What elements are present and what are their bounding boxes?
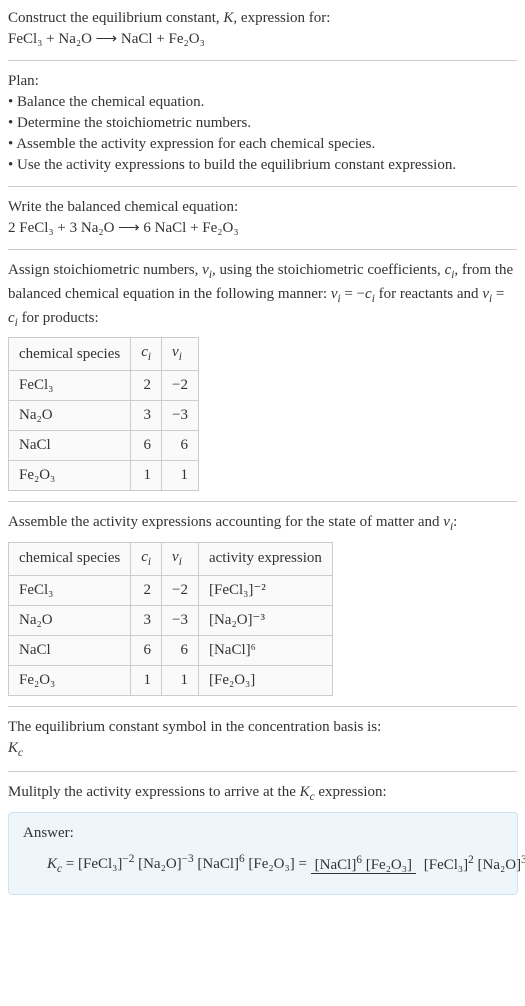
table-row: Na₂O 3 −3: [9, 401, 199, 431]
intro-equation: FeCl₃ + Na₂O ⟶ NaCl + Fe₂O₃: [8, 29, 517, 50]
plan-item-text: Determine the stoichiometric numbers.: [17, 115, 251, 131]
table-row: Na₂O 3 −3 [Na₂O]⁻³: [9, 605, 333, 635]
activity-table: chemical species ci νi activity expressi…: [8, 542, 333, 696]
col-species: chemical species: [9, 542, 131, 575]
cell-species: FeCl₃: [9, 371, 131, 401]
cell-species: Fe₂O₃: [9, 665, 131, 695]
intro-line: Construct the equilibrium constant, K, e…: [8, 8, 517, 29]
plan-item-text: Use the activity expressions to build th…: [17, 157, 456, 173]
cell-expr: [FeCl₃]⁻²: [198, 575, 332, 605]
cell-species: Fe₂O₃: [9, 461, 131, 491]
balanced-section: Write the balanced chemical equation: 2 …: [8, 187, 517, 250]
table-row: Fe₂O₃ 1 1: [9, 461, 199, 491]
cell-c: 6: [131, 431, 162, 461]
intro-section: Construct the equilibrium constant, K, e…: [8, 8, 517, 61]
table-row: NaCl 6 6: [9, 431, 199, 461]
table-row: Fe₂O₃ 1 1 [Fe₂O₃]: [9, 665, 333, 695]
cell-nu: −2: [162, 371, 199, 401]
cell-species: FeCl₃: [9, 575, 131, 605]
answer-label: Answer:: [23, 823, 503, 844]
stoich-table: chemical species ci νi FeCl₃ 2 −2 Na₂O 3…: [8, 337, 199, 491]
table-row: FeCl₃ 2 −2: [9, 371, 199, 401]
cell-c: 6: [131, 635, 162, 665]
table-row: NaCl 6 6 [NaCl]⁶: [9, 635, 333, 665]
cell-nu: −3: [162, 401, 199, 431]
plan-item: • Determine the stoichiometric numbers.: [8, 113, 517, 134]
col-species: chemical species: [9, 338, 131, 371]
activity-heading: Assemble the activity expressions accoun…: [8, 512, 517, 536]
stoich-text: Assign stoichiometric numbers, νi, using…: [8, 260, 517, 331]
cell-nu: −2: [162, 575, 199, 605]
symbol-kc: Kc: [8, 738, 517, 762]
cell-c: 1: [131, 461, 162, 491]
fraction-numerator: [NaCl]6 [Fe₂O₃]: [311, 857, 416, 874]
cell-nu: 6: [162, 431, 199, 461]
table-header-row: chemical species ci νi: [9, 338, 199, 371]
cell-c: 3: [131, 605, 162, 635]
symbol-section: The equilibrium constant symbol in the c…: [8, 707, 517, 773]
plan-item-text: Balance the chemical equation.: [17, 94, 204, 110]
balanced-equation: 2 FeCl₃ + 3 Na₂O ⟶ 6 NaCl + Fe₂O₃: [8, 218, 517, 239]
cell-species: NaCl: [9, 431, 131, 461]
plan-heading: Plan:: [8, 71, 517, 92]
plan-item-text: Assemble the activity expression for eac…: [16, 136, 375, 152]
answer-fraction: [NaCl]6 [Fe₂O₃] [FeCl₃]2 [Na₂O]3: [311, 853, 525, 876]
cell-c: 2: [131, 575, 162, 605]
stoich-section: Assign stoichiometric numbers, νi, using…: [8, 250, 517, 502]
cell-nu: 6: [162, 635, 199, 665]
cell-nu: −3: [162, 605, 199, 635]
col-nui: νi: [162, 542, 199, 575]
final-section: Mulitply the activity expressions to arr…: [8, 772, 517, 905]
table-row: FeCl₃ 2 −2 [FeCl₃]⁻²: [9, 575, 333, 605]
cell-species: Na₂O: [9, 401, 131, 431]
cell-expr: [Na₂O]⁻³: [198, 605, 332, 635]
col-activity: activity expression: [198, 542, 332, 575]
plan-item: • Assemble the activity expression for e…: [8, 134, 517, 155]
final-heading: Mulitply the activity expressions to arr…: [8, 782, 517, 806]
cell-expr: [NaCl]⁶: [198, 635, 332, 665]
cell-nu: 1: [162, 665, 199, 695]
col-ci: ci: [131, 542, 162, 575]
answer-box: Answer: Kc = [FeCl₃]−2 [Na₂O]−3 [NaCl]6 …: [8, 812, 518, 895]
col-nui: νi: [162, 338, 199, 371]
cell-c: 3: [131, 401, 162, 431]
plan-section: Plan: • Balance the chemical equation. •…: [8, 61, 517, 187]
plan-item: • Balance the chemical equation.: [8, 92, 517, 113]
symbol-text: The equilibrium constant symbol in the c…: [8, 717, 517, 738]
balanced-heading: Write the balanced chemical equation:: [8, 197, 517, 218]
col-ci: ci: [131, 338, 162, 371]
cell-species: Na₂O: [9, 605, 131, 635]
activity-section: Assemble the activity expressions accoun…: [8, 502, 517, 707]
fraction-denominator: [FeCl₃]2 [Na₂O]3: [420, 857, 525, 873]
cell-expr: [Fe₂O₃]: [198, 665, 332, 695]
cell-c: 1: [131, 665, 162, 695]
cell-c: 2: [131, 371, 162, 401]
answer-equation: Kc = [FeCl₃]−2 [Na₂O]−3 [NaCl]6 [Fe₂O₃] …: [23, 852, 503, 878]
plan-item: • Use the activity expressions to build …: [8, 155, 517, 176]
cell-species: NaCl: [9, 635, 131, 665]
cell-nu: 1: [162, 461, 199, 491]
table-header-row: chemical species ci νi activity expressi…: [9, 542, 333, 575]
